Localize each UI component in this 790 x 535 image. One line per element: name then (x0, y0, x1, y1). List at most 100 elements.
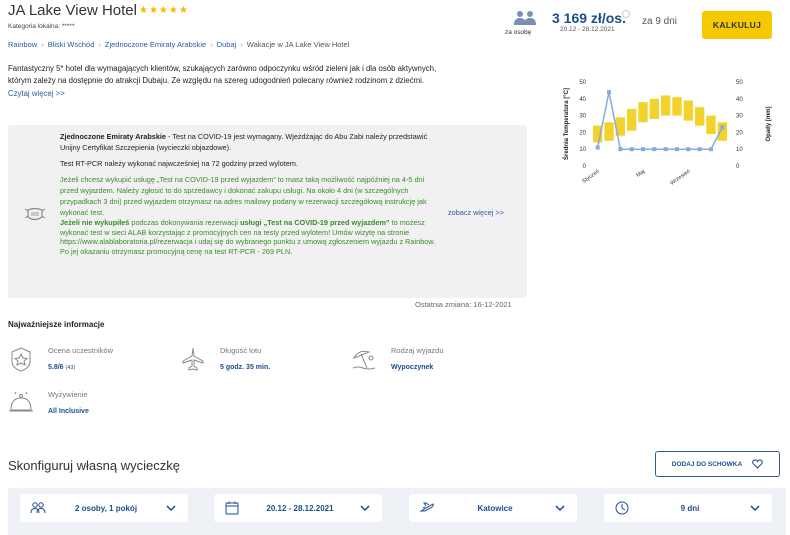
key-info-title: Najważniejsze informacje (8, 320, 105, 329)
rainfall-point (607, 90, 611, 95)
breadcrumb: Rainbow › Bliski Wschód › Zjednoczone Emir… (8, 40, 349, 49)
dates-select[interactable]: 20.12 - 28.12.2021 (214, 494, 382, 522)
rainfall-point (709, 147, 713, 152)
info-value: 5 godz. 35 min. (220, 364, 271, 371)
hotel-stars: ★★★★★ (139, 5, 189, 16)
hotel-title: JA Lake View Hotel (8, 2, 137, 19)
covid-text-4a: podczas dokonywania rezerwacji (129, 218, 241, 227)
temperature-bar (717, 122, 727, 141)
chevron-down-icon (555, 505, 565, 512)
y-tick-label: 10 (579, 147, 586, 153)
info-flight: Długość lotu 5 godz. 35 min. (180, 346, 330, 386)
calendar-icon (225, 501, 239, 515)
temperature-bar (649, 98, 659, 119)
configure-title: Skonfiguruj własną wycieczkę (8, 458, 180, 473)
rainfall-point (663, 147, 668, 152)
covid-info-box: Zjednoczone Emiraty Arabskie - Test na C… (8, 125, 527, 298)
chevron-down-icon (360, 505, 370, 512)
chevron-right-icon: › (210, 40, 213, 49)
travelers-select[interactable]: 2 osoby, 1 pokój (20, 494, 188, 522)
chevron-right-icon: › (41, 40, 44, 49)
info-icon[interactable] (622, 10, 630, 18)
temperature-bar (672, 97, 682, 116)
x-tick-label: Maj (635, 169, 646, 179)
food-cloche-icon (9, 391, 33, 412)
y-tick-label: 20 (579, 130, 586, 136)
y2-axis-label: Opady [mm] (766, 106, 772, 141)
covid-see-more-link[interactable]: zobacz więcej >> (448, 208, 504, 217)
y2-tick-label: 20 (736, 130, 743, 136)
temperature-bar (695, 107, 705, 126)
chevron-down-icon (750, 505, 760, 512)
y2-tick-label: 30 (736, 114, 743, 120)
breadcrumb-item[interactable]: Zjednoczone Emiraty Arabskie (105, 40, 206, 49)
y2-tick-label: 40 (736, 97, 743, 103)
clock-icon (615, 501, 629, 515)
price-dates: 20.12 - 28.12.2021 (560, 26, 615, 33)
read-more-link[interactable]: Czytaj więcej >> (8, 89, 65, 98)
temperature-bar (627, 108, 637, 131)
temperature-bar (706, 115, 716, 135)
covid-text-2: Test RT-PCR należy wykonać najwcześniej … (60, 159, 298, 168)
info-trip-type: Rodzaj wyjazdu Wypoczynek (351, 346, 501, 386)
temperature-bar (604, 122, 614, 141)
rainfall-point (641, 147, 645, 152)
info-label: Długość lotu (220, 346, 262, 355)
add-to-favorites-button[interactable]: DODAJ DO SCHOWKA (655, 451, 780, 477)
info-value: All Inclusive (48, 408, 89, 415)
breadcrumb-item[interactable]: Rainbow (8, 40, 37, 49)
hotel-description: Fantastyczny 5* hotel dla wymagających k… (8, 64, 437, 85)
covid-bold-1: Jeżeli nie wykupiłeś (60, 218, 130, 227)
rainfall-point (697, 147, 702, 152)
y-tick-label: 0 (583, 164, 587, 170)
climate-chart: 0 10 20 30 40 50 0 10 20 30 40 50 Średnia Temperatur… (563, 80, 772, 187)
x-tick-label: Styczeń (581, 169, 600, 185)
face-mask-icon (24, 207, 46, 221)
rainfall-point (675, 147, 679, 152)
chevron-right-icon: › (98, 40, 101, 49)
calculate-button[interactable]: KALKULUJ (702, 11, 772, 39)
duration-value: 9 dni (680, 503, 700, 513)
dates-value: 20.12 - 28.12.2021 (266, 503, 334, 513)
rainfall-point (629, 147, 634, 152)
add-to-favorites-label: DODAJ DO SCHOWKA (671, 460, 743, 468)
covid-country: Zjednoczone Emiraty Arabskie (60, 132, 166, 141)
temperature-bar (661, 95, 671, 116)
people-icon (514, 11, 536, 25)
travelers-value: 2 osoby, 1 pokój (74, 503, 138, 513)
chevron-down-icon (166, 505, 176, 512)
configure-bar: 2 osoby, 1 pokój 20.12 - 28.12.2021 Kato… (8, 488, 786, 535)
temperature-bar (638, 102, 648, 123)
price: 3 169 zł/os. (552, 10, 626, 26)
temperature-bar (683, 100, 693, 121)
breadcrumb-item[interactable]: Dubaj (217, 40, 237, 49)
chevron-right-icon: › (240, 40, 243, 49)
breadcrumb-current: Wakacje w JA Lake View Hotel (246, 40, 350, 49)
rainfall-point (720, 125, 725, 130)
rainfall-point (595, 145, 600, 150)
y-tick-label: 40 (579, 97, 586, 103)
info-label: Rodzaj wyjazdu (391, 346, 444, 355)
plane-departure-icon (419, 502, 434, 512)
heart-icon (752, 459, 763, 469)
x-tick-label: Wrzesień (669, 169, 691, 187)
y2-tick-label: 50 (736, 80, 743, 86)
covid-bold-2: usługi „Test na COVID-19 przed wyjazdem” (240, 218, 390, 227)
trip-duration: za 9 dni (642, 16, 678, 27)
rainfall-point (652, 147, 657, 152)
y2-tick-label: 0 (736, 164, 740, 170)
beach-umbrella-icon (352, 350, 376, 370)
breadcrumb-item[interactable]: Bliski Wschód (48, 40, 95, 49)
departure-select[interactable]: Katowice (409, 494, 577, 522)
rainfall-point (686, 147, 691, 152)
airplane-icon (182, 347, 204, 371)
per-person-label: za osobę (505, 29, 532, 36)
info-value[interactable]: 5.8/6 (43) (48, 364, 75, 371)
y-axis-label: Średnia Temperatura [°C] (563, 88, 570, 160)
y2-tick-label: 10 (736, 147, 743, 153)
rainfall-point (618, 147, 623, 152)
covid-text: Zjednoczone Emiraty Arabskie - Test na C… (60, 131, 440, 261)
price-box: za osobę 3 169 zł/os. 20.12 - 28.12.2021… (500, 8, 790, 40)
duration-select[interactable]: 9 dni (604, 494, 772, 522)
info-value: Wypoczynek (391, 364, 434, 371)
